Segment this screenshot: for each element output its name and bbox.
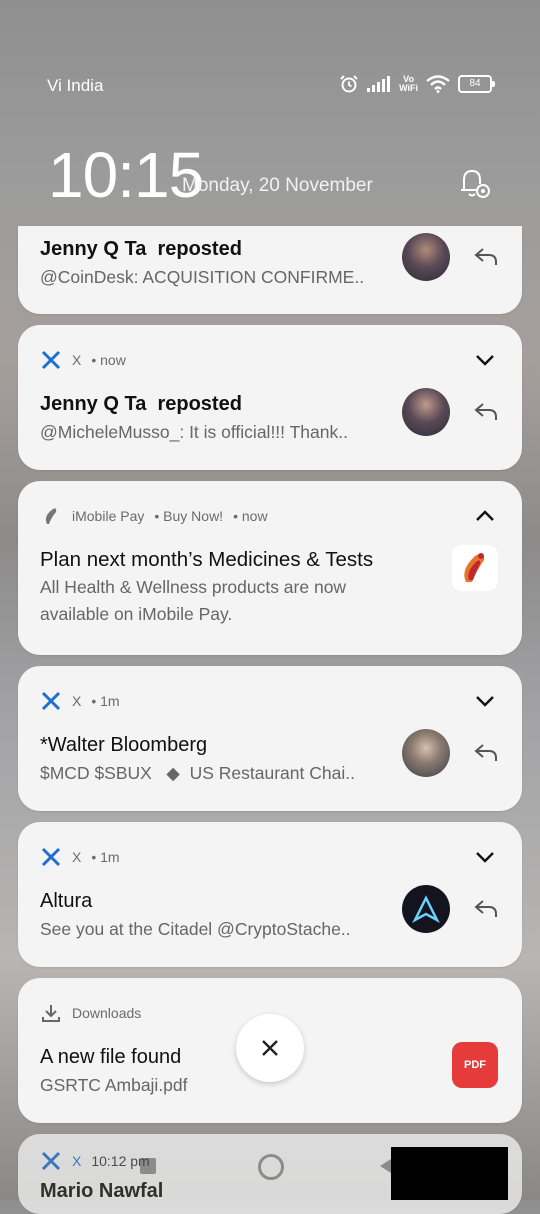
notification-time: • 1m [91,693,120,709]
app-name: X [72,352,82,368]
chevron-up-icon[interactable] [474,505,496,527]
recents-button[interactable] [140,1158,156,1174]
status-icons: Vo WiFi 84 [339,74,495,94]
notification-body: @MicheleMusso_: It is official!!! Thank.… [40,422,348,442]
chevron-down-icon[interactable] [474,690,496,712]
notification-header: X • now [40,349,126,371]
battery-icon: 84 [458,75,495,93]
wifi-icon [426,75,450,93]
notification-body: All Health & Wellness products are now a… [40,577,347,624]
avatar [402,388,450,436]
notification-settings-icon[interactable] [458,166,494,200]
close-icon [262,1040,278,1056]
notification-title: Altura [40,890,93,912]
reply-icon[interactable] [474,742,498,764]
vowifi-icon: Vo WiFi [399,74,418,93]
notification-card-0[interactable]: Jenny Q Ta ⁣⁣ reposted @CoinDesk: ACQUIS… [18,226,522,314]
app-name: iMobile Pay [72,508,145,524]
notification-title: Jenny Q Ta ⁣⁣ reposted [40,393,242,415]
pdf-file-icon: PDF [452,1042,498,1088]
imobile-logo-icon [40,505,62,527]
notification-title: Plan next month’s Medicines & Tests [40,548,374,571]
app-name: X [72,849,82,865]
chevron-down-icon[interactable] [474,846,496,868]
app-name: Downloads [72,1005,142,1021]
notification-time: • now [91,352,126,368]
reply-icon[interactable] [474,246,498,268]
notification-header: Downloads [40,1002,141,1024]
reply-icon[interactable] [474,898,498,920]
notification-card-3[interactable]: X • 1m *Walter Bloomberg $MCD $SBUX ◆ US… [18,666,522,811]
lockscreen-clock: 10:15 [48,139,204,211]
reply-icon[interactable] [474,401,498,423]
download-icon [40,1002,62,1024]
notification-body: $MCD $SBUX ◆ US Restaurant Chai.. [40,763,355,783]
app-name: X [72,693,82,709]
notification-title: *Walter Bloomberg [40,734,208,756]
notification-subtext: • Buy Now! [154,508,224,524]
home-button[interactable] [258,1154,284,1180]
notification-body: GSRTC Ambaji.pdf [40,1075,188,1095]
notification-time: • now [233,508,268,524]
notification-card-4[interactable]: X • 1m Altura See you at the Citadel @Cr… [18,822,522,967]
notification-body: See you at the Citadel @CryptoStache.. [40,919,351,939]
notification-time: • 1m [91,849,120,865]
notification-card-1[interactable]: X • now Jenny Q Ta ⁣⁣ reposted @MicheleM… [18,325,522,470]
notification-header: X • 1m [40,846,120,868]
chevron-down-icon[interactable] [474,349,496,371]
notification-body: @CoinDesk: ACQUISITION CONFIRME.. [40,267,365,287]
notification-header: iMobile Pay • Buy Now! • now [40,505,268,527]
notification-title: Jenny Q Ta ⁣⁣ reposted [40,238,242,260]
notification-card-2[interactable]: iMobile Pay • Buy Now! • now Plan next m… [18,481,522,655]
alarm-icon [340,75,358,93]
x-logo-icon [40,349,62,371]
notification-title: A new file found [40,1046,182,1068]
status-bar [0,0,540,70]
avatar [402,729,450,777]
notification-header: X • 1m [40,690,120,712]
avatar [402,885,450,933]
signal-icon [367,76,391,92]
redaction-box [391,1147,508,1200]
x-logo-icon [40,846,62,868]
carrier-name: Vi India [47,76,104,95]
lockscreen-date: Monday, 20 November [182,175,373,196]
avatar [402,233,450,281]
x-logo-icon [40,690,62,712]
imobile-app-icon [452,545,498,591]
clear-all-button[interactable] [236,1014,304,1082]
